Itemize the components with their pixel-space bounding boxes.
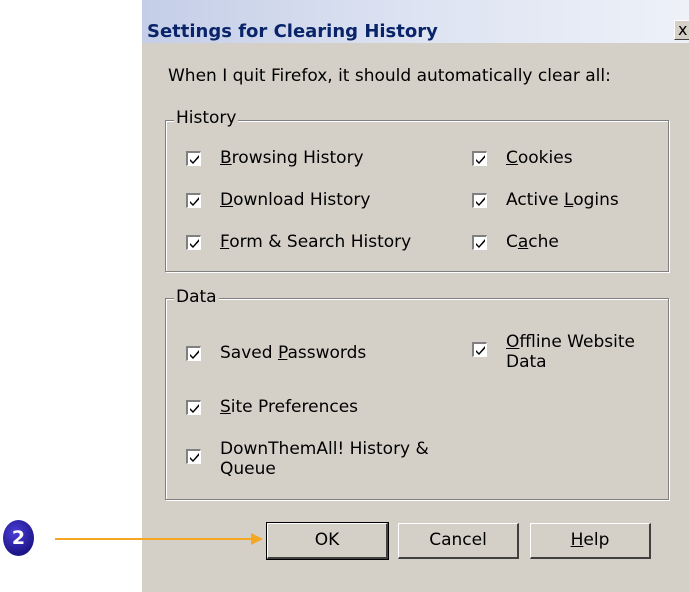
title-bar: Settings for Clearing History x xyxy=(142,0,689,43)
orange-arrow-icon xyxy=(55,533,263,545)
cookies-label: Cookies xyxy=(506,148,573,168)
active-logins-checkbox[interactable]: Active Logins xyxy=(472,190,619,210)
data-group: Data Saved Passwords Site Preferences Do… xyxy=(165,287,669,500)
history-group-label: History xyxy=(174,108,239,128)
offline-website-data-checkbox[interactable]: Offline Website Data xyxy=(472,332,662,372)
checkmark-icon xyxy=(186,399,201,415)
form-search-history-label: Form & Search History xyxy=(220,232,412,252)
checkmark-icon xyxy=(186,234,201,250)
intro-text: When I quit Firefox, it should automatic… xyxy=(168,66,611,86)
saved-passwords-label: Saved Passwords xyxy=(220,343,367,363)
downthemall-history-label: DownThemAll! History & Queue xyxy=(220,439,429,479)
cache-label: Cache xyxy=(506,232,559,252)
help-access-key: H xyxy=(570,530,584,550)
help-button[interactable]: Help xyxy=(530,523,651,559)
form-search-history-checkbox[interactable]: Form & Search History xyxy=(186,232,411,252)
close-button[interactable]: x xyxy=(674,20,689,40)
downthemall-history-checkbox[interactable]: DownThemAll! History & Queue xyxy=(186,439,476,479)
download-history-checkbox[interactable]: Download History xyxy=(186,190,370,210)
saved-passwords-checkbox[interactable]: Saved Passwords xyxy=(186,343,366,363)
checkmark-icon xyxy=(472,234,487,250)
help-label-rest: elp xyxy=(583,530,610,550)
checkmark-icon xyxy=(472,342,487,357)
data-group-label: Data xyxy=(174,287,219,307)
history-group: History Browsing History Download Histor… xyxy=(165,108,669,272)
site-preferences-label: Site Preferences xyxy=(220,397,359,417)
cache-checkbox[interactable]: Cache xyxy=(472,232,559,252)
browsing-history-checkbox[interactable]: Browsing History xyxy=(186,148,364,168)
close-icon: x xyxy=(678,20,688,39)
step-number-badge: 2 xyxy=(3,520,34,556)
checkmark-icon xyxy=(472,192,487,208)
clear-history-settings-dialog: Settings for Clearing History x When I q… xyxy=(141,0,689,592)
download-history-label: Download History xyxy=(220,190,371,210)
checkmark-icon xyxy=(186,150,201,166)
dialog-title: Settings for Clearing History xyxy=(147,21,438,42)
checkmark-icon xyxy=(186,192,201,208)
checkmark-icon xyxy=(186,449,201,464)
active-logins-label: Active Logins xyxy=(506,190,619,210)
site-preferences-checkbox[interactable]: Site Preferences xyxy=(186,397,358,417)
offline-website-data-label: Offline Website Data xyxy=(506,332,635,372)
checkmark-icon xyxy=(186,345,201,361)
browsing-history-label: Browsing History xyxy=(220,148,364,168)
cookies-checkbox[interactable]: Cookies xyxy=(472,148,573,168)
checkmark-icon xyxy=(472,150,487,166)
cancel-button[interactable]: Cancel xyxy=(398,523,519,559)
ok-button[interactable]: OK xyxy=(266,522,389,560)
